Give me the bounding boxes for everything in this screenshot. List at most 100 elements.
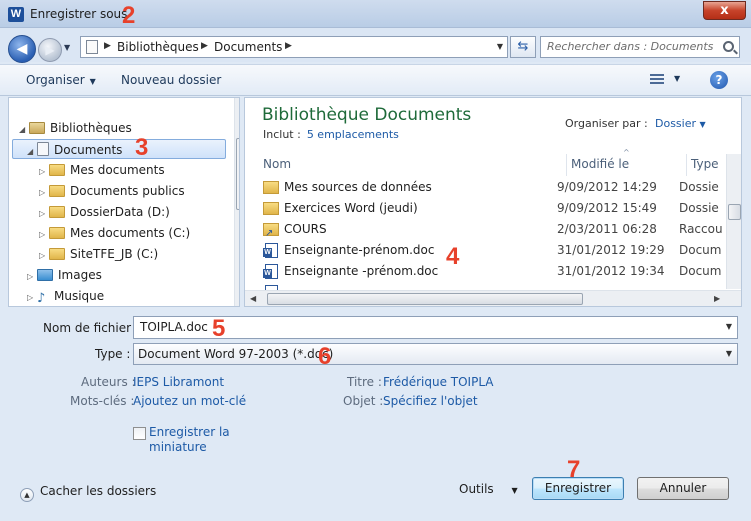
title-label: Titre :	[347, 375, 382, 389]
save-thumbnail-label[interactable]: Enregistrer la miniature	[149, 425, 230, 455]
nav-item-label: Musique	[54, 289, 105, 303]
scroll-right-icon[interactable]: ▶	[714, 294, 720, 303]
filename-value: TOIPLA.doc	[140, 320, 208, 334]
nav-item-label: Images	[58, 268, 102, 282]
file-type: Raccou	[679, 222, 723, 236]
chevron-down-icon[interactable]: ▼	[674, 74, 680, 83]
folder-icon	[263, 202, 279, 215]
collapsed-arrow-icon[interactable]: ▷	[39, 246, 49, 266]
file-row[interactable]: Enseignante-prénom.doc 31/01/2012 19:29 …	[259, 240, 725, 261]
type-value: Document Word 97-2003 (*.doc)	[138, 347, 334, 361]
title-field[interactable]: Frédérique TOIPLA	[383, 375, 494, 389]
column-header-type[interactable]: Type	[687, 154, 727, 176]
collapsed-arrow-icon[interactable]: ▷	[39, 204, 49, 224]
file-vertical-scroll-thumb[interactable]	[728, 204, 741, 220]
scroll-left-icon[interactable]: ◀	[250, 294, 256, 303]
chevron-down-icon: ▼	[699, 120, 706, 129]
file-name: Enseignante-prénom.doc	[284, 243, 435, 257]
save-thumbnail-checkbox[interactable]	[133, 427, 146, 440]
chevron-right-icon[interactable]: ▶	[104, 41, 111, 51]
folder-icon	[49, 206, 65, 218]
expanded-arrow-icon[interactable]: ◢	[27, 142, 37, 162]
word-doc-icon	[263, 264, 278, 279]
column-header-modified[interactable]: Modifié le	[567, 154, 687, 176]
file-row-partial[interactable]	[259, 282, 725, 290]
save-thumbnail-line2: miniature	[149, 440, 207, 454]
include-locations-link[interactable]: 5 emplacements	[307, 128, 399, 141]
annotation-number: 6	[318, 343, 332, 370]
view-options-icon[interactable]	[650, 74, 664, 86]
annotation-number: 3	[135, 134, 149, 161]
hide-folders-button[interactable]: ▲ Cacher les dossiers	[20, 484, 156, 502]
nav-item-label: Documents	[54, 143, 123, 157]
arrange-by-dropdown[interactable]: Dossier ▼	[655, 117, 706, 130]
file-row[interactable]: COURS 2/03/2011 06:28 Raccou	[259, 219, 725, 244]
collapsed-arrow-icon[interactable]: ▷	[39, 183, 49, 203]
refresh-button[interactable]: ⇆	[510, 36, 536, 58]
close-button[interactable]: x	[703, 1, 746, 20]
file-vertical-scrollbar[interactable]	[726, 154, 741, 289]
chevron-down-icon[interactable]: ▼	[497, 42, 503, 51]
documents-library-icon	[37, 142, 49, 156]
annotation-number: 4	[446, 243, 460, 270]
new-folder-button[interactable]: Nouveau dossier	[121, 73, 221, 87]
chevron-down-icon[interactable]: ▼	[726, 322, 732, 331]
file-horizontal-scrollbar[interactable]: ◀ ▶	[245, 290, 741, 306]
keywords-field[interactable]: Ajoutez un mot-clé	[133, 394, 246, 408]
chevron-down-icon[interactable]: ▼	[726, 349, 732, 358]
nav-item-musique[interactable]: ▷ ♪ Musique	[27, 286, 104, 306]
file-row[interactable]: Exercices Word (jeudi) 9/09/2012 15:49 D…	[259, 198, 725, 219]
folder-icon	[49, 164, 65, 176]
back-arrow-icon[interactable]: ◀	[8, 35, 36, 63]
annotation-number: 2	[122, 2, 136, 29]
file-name: Exercices Word (jeudi)	[284, 201, 418, 215]
include-label: Inclut :	[263, 128, 301, 141]
nav-scrollbar[interactable]	[234, 98, 239, 306]
nav-item-mes-documents-c[interactable]: ▷ Mes documents (C:)	[39, 223, 190, 243]
chevron-right-icon[interactable]: ▶	[285, 41, 292, 51]
tools-menu[interactable]: Outils ▼	[459, 482, 518, 496]
file-date: 2/03/2011 06:28	[557, 222, 657, 236]
forward-arrow-icon[interactable]: ▶	[38, 38, 62, 62]
nav-item-documents[interactable]: ◢ Documents	[12, 139, 226, 159]
search-icon[interactable]	[723, 41, 734, 52]
filename-label: Nom de fichier :	[43, 321, 139, 335]
nav-item-dossierdata[interactable]: ▷ DossierData (D:)	[39, 202, 170, 222]
word-doc-icon	[263, 243, 278, 258]
arrange-by-value: Dossier	[655, 117, 697, 130]
nav-item-label: SiteTFE_JB (C:)	[70, 247, 159, 261]
nav-item-label: Bibliothèques	[50, 121, 132, 135]
cancel-button[interactable]: Annuler	[637, 477, 729, 500]
file-row[interactable]: Mes sources de données 9/09/2012 14:29 D…	[259, 177, 725, 198]
nav-item-images[interactable]: ▷ Images	[27, 265, 102, 285]
collapsed-arrow-icon[interactable]: ▷	[39, 225, 49, 245]
nav-item-label: DossierData (D:)	[70, 205, 170, 219]
collapsed-arrow-icon[interactable]: ▷	[39, 162, 49, 182]
word-icon: W	[8, 7, 24, 22]
nav-item-sitetfe[interactable]: ▷ SiteTFE_JB (C:)	[39, 244, 158, 264]
breadcrumb-libraries[interactable]: Bibliothèques	[117, 40, 199, 54]
arrange-by-label: Organiser par :	[565, 117, 648, 130]
type-select[interactable]: Document Word 97-2003 (*.doc) ▼	[133, 343, 738, 365]
nav-scroll-thumb[interactable]	[236, 138, 239, 210]
collapsed-arrow-icon[interactable]: ▷	[27, 267, 37, 287]
command-toolbar: Organiser ▼ Nouveau dossier	[0, 64, 751, 96]
nav-item-documents-publics[interactable]: ▷ Documents publics	[39, 181, 185, 201]
collapsed-arrow-icon[interactable]: ▷	[27, 288, 37, 306]
file-horizontal-scroll-thumb[interactable]	[267, 293, 583, 305]
history-dropdown-icon[interactable]: ▼	[64, 43, 70, 52]
nav-item-libraries[interactable]: ◢ Bibliothèques	[19, 118, 132, 138]
subject-field[interactable]: Spécifiez l'objet	[383, 394, 478, 408]
authors-field[interactable]: IEPS Libramont	[133, 375, 224, 389]
chevron-right-icon[interactable]: ▶	[201, 41, 208, 51]
file-row[interactable]: Enseignante -prénom.doc 31/01/2012 19:34…	[259, 261, 725, 282]
chevron-down-icon: ▼	[89, 77, 96, 86]
address-bar[interactable]: ▶ Bibliothèques ▶ Documents ▶ ▼	[80, 36, 508, 58]
organize-menu[interactable]: Organiser ▼	[26, 73, 96, 87]
nav-item-mes-documents[interactable]: ▷ Mes documents	[39, 160, 165, 180]
help-icon[interactable]: ?	[710, 71, 728, 89]
breadcrumb-documents[interactable]: Documents	[214, 40, 282, 54]
column-header-name[interactable]: Nom	[259, 154, 567, 176]
search-input[interactable]: Rechercher dans : Documents	[540, 36, 740, 58]
expanded-arrow-icon[interactable]: ◢	[19, 120, 29, 140]
